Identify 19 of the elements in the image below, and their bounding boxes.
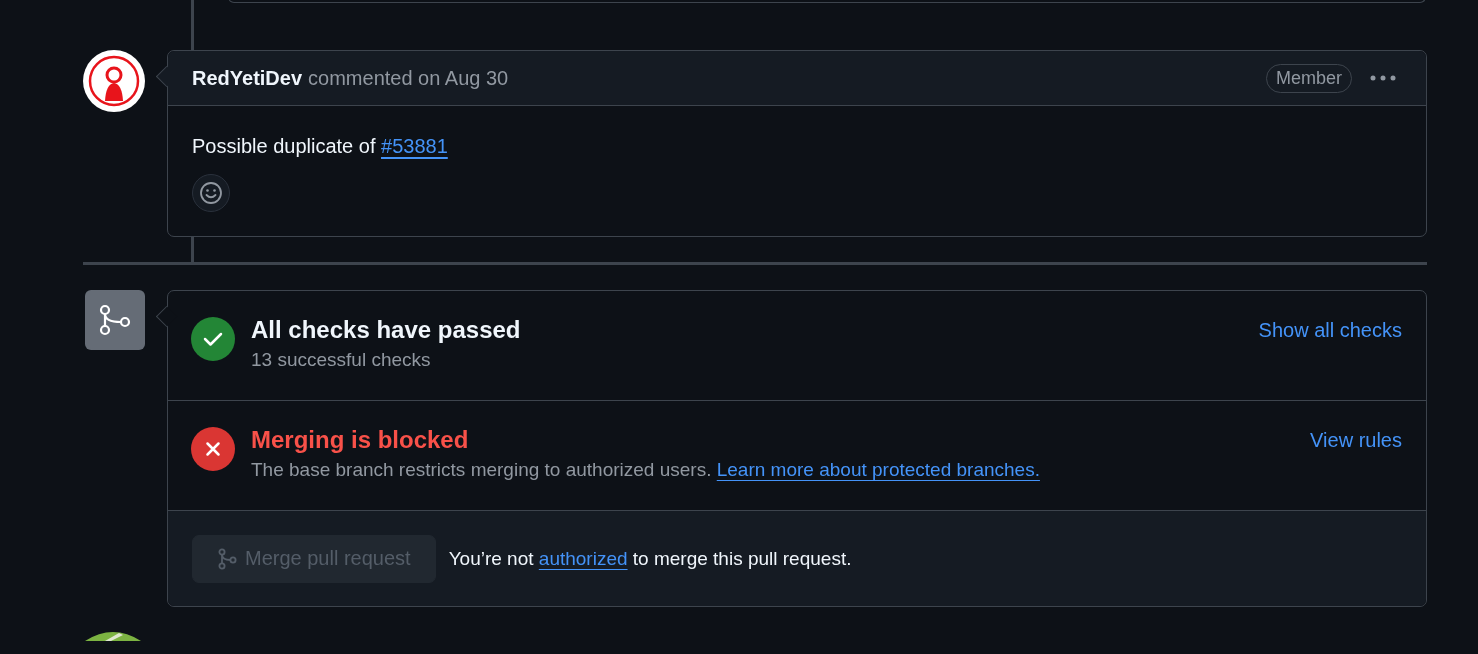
avatar (85, 631, 141, 641)
merge-message: You’re not authorized to merge this pull request. (448, 547, 852, 570)
avatar (83, 50, 145, 112)
author-name[interactable]: RedYetiDev (192, 66, 303, 90)
action-link[interactable]: Show all checks (1258, 319, 1402, 342)
merge-icon (85, 290, 145, 350)
add-reaction-button[interactable] (192, 174, 230, 212)
status-title: Merging is blocked (251, 425, 470, 455)
status-description: 13 successful checks (251, 349, 432, 371)
more-options-icon[interactable] (1370, 75, 1396, 81)
issue-link[interactable]: #53881 (381, 135, 448, 157)
comment-meta: commented on Aug 30 (308, 66, 509, 90)
status-description: The base branch restricts merging to authorized users. Learn more about protected branches. (251, 459, 1041, 481)
smiley-icon (199, 181, 223, 205)
action-link[interactable]: View rules (1310, 429, 1402, 452)
learn-more-link[interactable]: Learn more about protected branches. (716, 459, 1040, 480)
comment-text: Possible duplicate of #53881 (192, 134, 449, 159)
status-title: All checks have passed (251, 315, 522, 345)
merge-icon (217, 547, 237, 570)
